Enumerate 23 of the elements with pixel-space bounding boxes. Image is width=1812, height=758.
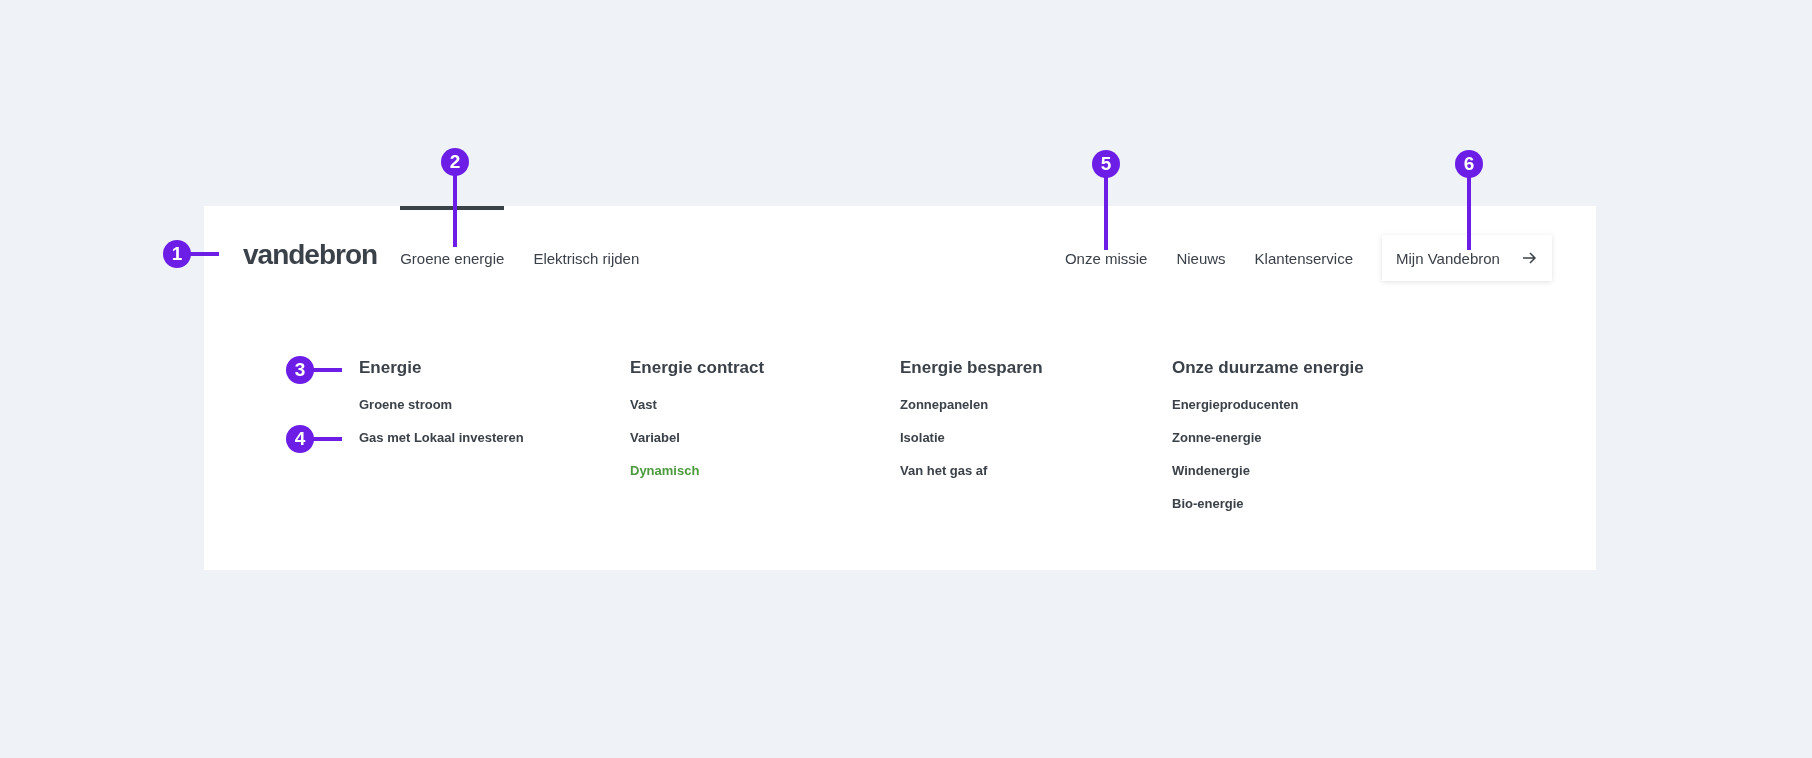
- menu-heading: Energie: [359, 357, 422, 379]
- nav-link[interactable]: Nieuws: [1176, 249, 1226, 267]
- arrow-right-icon: [1522, 252, 1536, 264]
- menu-link[interactable]: Gas met Lokaal investeren: [359, 421, 524, 454]
- account-button[interactable]: Mijn Vandebron: [1382, 235, 1552, 281]
- menu-link[interactable]: Dynamisch: [630, 454, 700, 487]
- menu-link[interactable]: Vast: [630, 388, 657, 421]
- logo[interactable]: vandebron: [243, 239, 378, 271]
- menu-link[interactable]: Groene stroom: [359, 388, 453, 421]
- menu-link[interactable]: Van het gas af: [900, 454, 988, 487]
- menu-link[interactable]: Variabel: [630, 421, 680, 454]
- nav-link[interactable]: Klantenservice: [1254, 249, 1353, 267]
- menu-link[interactable]: Windenergie: [1172, 454, 1250, 487]
- menu-link[interactable]: Zonne-energie: [1172, 421, 1262, 454]
- nav-link[interactable]: Onze missie: [1064, 249, 1148, 267]
- menu-link[interactable]: Bio-energie: [1172, 487, 1244, 520]
- menu-link[interactable]: Isolatie: [900, 421, 945, 454]
- menu-heading: Energie besparen: [900, 357, 1043, 379]
- nav-link[interactable]: Elektrisch rijden: [533, 206, 640, 310]
- menu-heading: Energie contract: [630, 357, 765, 379]
- menu-link[interactable]: Zonnepanelen: [900, 388, 989, 421]
- menu-link[interactable]: Energieproducenten: [1172, 388, 1299, 421]
- menu-heading: Onze duurzame energie: [1172, 357, 1364, 379]
